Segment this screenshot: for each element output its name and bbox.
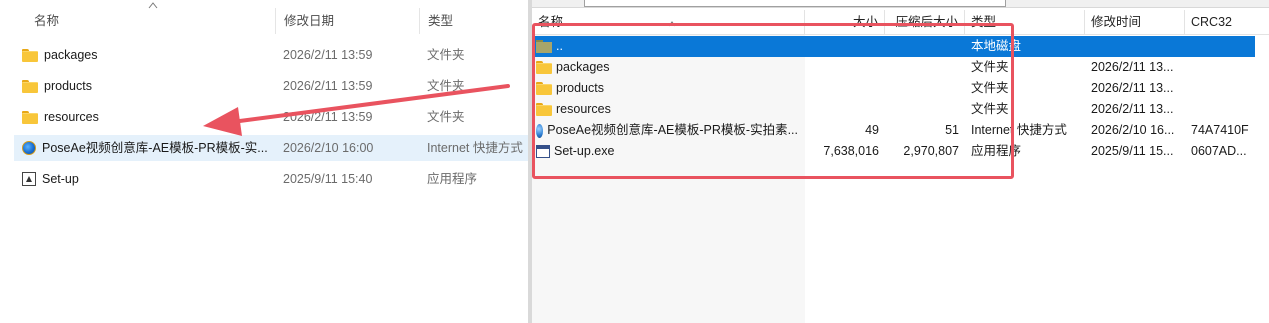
- folder-icon: [22, 48, 38, 62]
- archive-row-resources[interactable]: resources 文件夹 2026/2/11 13...: [532, 99, 1269, 120]
- file-type: 文件夹: [427, 79, 465, 93]
- file-type: 文件夹: [427, 48, 465, 62]
- folder-icon: [22, 79, 38, 93]
- file-type: Internet 快捷方式: [427, 141, 523, 155]
- folder-icon: [536, 61, 552, 74]
- file-name: resources: [556, 102, 611, 116]
- exe-icon: [536, 145, 550, 158]
- file-type: 文件夹: [971, 102, 1009, 116]
- file-name: PoseAe视频创意库-AE模板-PR模板-实拍素...: [547, 123, 798, 137]
- archive-manager-pane: 名称 大小 压缩后大小 类型 修改时间 CRC32 .. 本地磁盘 packag…: [532, 0, 1269, 323]
- file-type: Internet 快捷方式: [971, 123, 1067, 137]
- file-type: 应用程序: [427, 172, 478, 186]
- archive-row-packages[interactable]: packages 文件夹 2026/2/11 13...: [532, 57, 1269, 78]
- file-crc32: 0607AD...: [1191, 144, 1247, 158]
- column-name-header[interactable]: 名称: [26, 8, 276, 34]
- archive-row-setup-exe[interactable]: Set-up.exe 7,638,016 2,970,807 应用程序 2025…: [532, 141, 1269, 162]
- column-crc32-header[interactable]: CRC32: [1185, 10, 1269, 34]
- file-name: Set-up.exe: [554, 144, 615, 158]
- file-size: 49: [865, 123, 879, 137]
- file-packed-size: 51: [945, 123, 959, 137]
- folder-icon: [22, 110, 38, 124]
- up-folder-icon: [536, 40, 552, 53]
- column-size-header[interactable]: 大小: [805, 10, 885, 34]
- file-name: Set-up: [42, 172, 79, 186]
- file-name: products: [556, 81, 604, 95]
- file-date: 2026/2/11 13:59: [283, 79, 373, 93]
- file-date: 2026/2/10 16:00: [283, 141, 374, 155]
- file-type: 文件夹: [971, 60, 1009, 74]
- file-name: PoseAe视频创意库-AE模板-PR模板-实...: [42, 141, 268, 155]
- archive-toolbar: [532, 0, 1269, 8]
- archive-row-poseae-shortcut[interactable]: PoseAe视频创意库-AE模板-PR模板-实拍素... 49 51 Inter…: [532, 120, 1269, 141]
- file-size: 7,638,016: [823, 144, 879, 158]
- folder-icon: [536, 103, 552, 116]
- file-name: resources: [44, 110, 99, 124]
- file-modified: 2026/2/11 13...: [1091, 60, 1174, 74]
- explorer-row-setup[interactable]: Set-up 2025/9/11 15:40 应用程序: [14, 166, 530, 192]
- archive-column-header: 名称 大小 压缩后大小 类型 修改时间 CRC32: [532, 10, 1269, 35]
- file-date: 2025/9/11 15:40: [283, 172, 373, 186]
- file-modified: 2026/2/11 13...: [1091, 102, 1174, 116]
- file-modified: 2026/2/10 16...: [1091, 123, 1175, 137]
- file-name: ..: [556, 39, 563, 53]
- file-type: 文件夹: [427, 110, 465, 124]
- column-type-header[interactable]: 类型: [965, 10, 1085, 34]
- explorer-row-packages[interactable]: packages 2026/2/11 13:59 文件夹: [14, 42, 530, 68]
- file-name: products: [44, 79, 92, 93]
- file-date: 2026/2/11 13:59: [283, 110, 373, 124]
- explorer-row-products[interactable]: products 2026/2/11 13:59 文件夹: [14, 73, 530, 99]
- file-packed-size: 2,970,807: [903, 144, 959, 158]
- file-date: 2026/2/11 13:59: [283, 48, 373, 62]
- file-type: 应用程序: [971, 144, 1022, 158]
- folder-icon: [536, 82, 552, 95]
- globe-icon: [536, 123, 544, 138]
- column-modified-header[interactable]: 修改时间: [1085, 10, 1185, 34]
- file-name: packages: [556, 60, 610, 74]
- file-crc32: 74A7410F: [1191, 123, 1249, 137]
- file-type: 文件夹: [971, 81, 1009, 95]
- column-name-header[interactable]: 名称: [532, 10, 805, 34]
- file-type: 本地磁盘: [971, 39, 1022, 53]
- file-modified: 2025/9/11 15...: [1091, 144, 1174, 158]
- column-date-header[interactable]: 修改日期: [276, 8, 420, 34]
- internet-shortcut-icon: [22, 141, 36, 155]
- file-explorer-pane: 名称 修改日期 类型 packages 2026/2/11 13:59 文件夹 …: [0, 0, 530, 323]
- archive-path-field[interactable]: [584, 0, 1006, 7]
- explorer-row-poseae-shortcut[interactable]: PoseAe视频创意库-AE模板-PR模板-实... 2026/2/10 16:…: [14, 135, 530, 161]
- column-packed-size-header[interactable]: 压缩后大小: [885, 10, 965, 34]
- archive-row-parent[interactable]: .. 本地磁盘: [535, 36, 1255, 57]
- app-icon: [22, 172, 36, 186]
- explorer-column-header: 名称 修改日期 类型: [0, 0, 530, 40]
- column-type-header[interactable]: 类型: [420, 8, 530, 34]
- file-modified: 2026/2/11 13...: [1091, 81, 1174, 95]
- archive-row-products[interactable]: products 文件夹 2026/2/11 13...: [532, 78, 1269, 99]
- file-name: packages: [44, 48, 98, 62]
- explorer-row-resources[interactable]: resources 2026/2/11 13:59 文件夹: [14, 104, 530, 130]
